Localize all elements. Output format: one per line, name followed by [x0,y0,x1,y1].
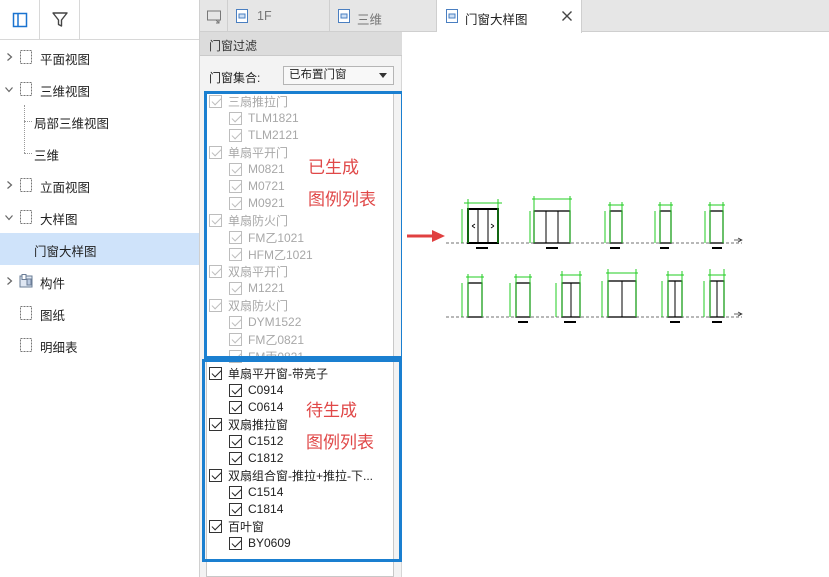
tab-label: 三维 [357,13,383,27]
pending-list-highlight [202,359,402,562]
tree-item-label: 三维视图 [40,85,91,99]
tree-item-label: 图纸 [40,309,66,323]
door-window-legend-drawing [446,196,743,323]
filter-panel-title: 门窗过滤 [209,39,258,53]
view-tab-bar: 1F 三维 门窗大样图 [200,0,829,33]
view-icon [18,209,34,225]
schedule-icon [18,337,34,353]
tree-item-label: 大样图 [40,213,78,227]
filter-icon [51,12,68,27]
door-elevation-fm-0821 [661,271,684,323]
view-icon [236,9,248,23]
door-elevation-tlm2121 [529,196,572,249]
door-elevation-hfm-1021 [509,274,532,323]
chevron-right-icon[interactable] [4,275,14,287]
door-window-set-select[interactable]: 已布置门窗 [283,66,394,85]
tree-item-3d-views[interactable]: 三维视图 [0,73,199,105]
tab-door-window-detail[interactable]: 门窗大样图 [437,0,582,33]
tab-new-view[interactable] [200,0,228,32]
door-elevation-m0721 [654,202,673,249]
tree-item-sheets[interactable]: 图纸 [0,297,199,329]
view-icon [446,9,458,23]
drawing-canvas[interactable] [402,33,829,577]
project-browser: 平面视图 三维视图 局部三维视图 三维 立面视图 大样图 门窗大样图 构件 图纸 [0,0,200,577]
tree-item-label: 局部三维视图 [34,117,110,131]
panel-toggle-button[interactable] [0,0,40,40]
tree-item-plan-view[interactable]: 平面视图 [0,41,199,73]
tree-item-detail-views[interactable]: 大样图 [0,201,199,233]
generated-list-highlight [204,91,404,359]
door-window-set-label: 门窗集合: [209,71,261,85]
view-icon [338,9,350,23]
door-elevation-m0821 [604,202,624,249]
pending-note: 待生成 图例列表 [306,401,374,452]
close-icon[interactable] [561,10,573,22]
tab-label: 门窗大样图 [465,13,528,27]
chevron-down-icon[interactable] [4,83,14,95]
view-icon [18,81,34,97]
tree-item-schedules[interactable]: 明细表 [0,329,199,361]
tree-item-3d[interactable]: 三维 [0,137,199,169]
door-elevation-fm-0821-b [703,269,743,323]
tree-item-elevation-views[interactable]: 立面视图 [0,169,199,201]
chevron-right-icon[interactable] [4,51,14,63]
view-icon [18,177,34,193]
filter-panel-header: 门窗过滤 [200,32,402,56]
browser-toolbar [0,0,199,40]
tab-label: 1F [257,9,272,23]
chevron-down-icon [379,73,387,78]
door-elevation-fm-1021 [461,274,484,318]
door-window-set-value: 已布置门窗 [289,69,347,81]
tree-item-label: 明细表 [40,341,78,355]
chevron-down-icon[interactable] [4,211,14,223]
tree-item-label: 平面视图 [40,53,91,67]
tree-item-partial-3d-view[interactable]: 局部三维视图 [0,105,199,137]
tree-item-label: 门窗大样图 [34,245,97,259]
new-view-icon [207,10,221,24]
door-elevation-dym1522 [601,269,638,318]
filter-button[interactable] [40,0,80,40]
chevron-right-icon[interactable] [4,179,14,191]
door-elevation-m1221 [555,271,582,323]
view-icon [18,49,34,65]
panel-toggle-icon [12,12,27,28]
door-elevation-tlm1821 [461,199,502,249]
tree-item-door-window-detail[interactable]: 门窗大样图 [0,233,199,265]
tree-item-label: 立面视图 [40,181,91,195]
tab-3d[interactable]: 三维 [330,0,437,32]
tree-item-label: 三维 [34,149,60,163]
tab-1f[interactable]: 1F [228,0,330,32]
generated-note: 已生成 图例列表 [308,158,376,209]
tree-item-components[interactable]: 构件 [0,265,199,297]
component-icon [18,273,34,289]
tree-item-label: 构件 [40,277,66,291]
sheet-icon [18,305,34,321]
door-elevation-m0921 [704,202,743,249]
